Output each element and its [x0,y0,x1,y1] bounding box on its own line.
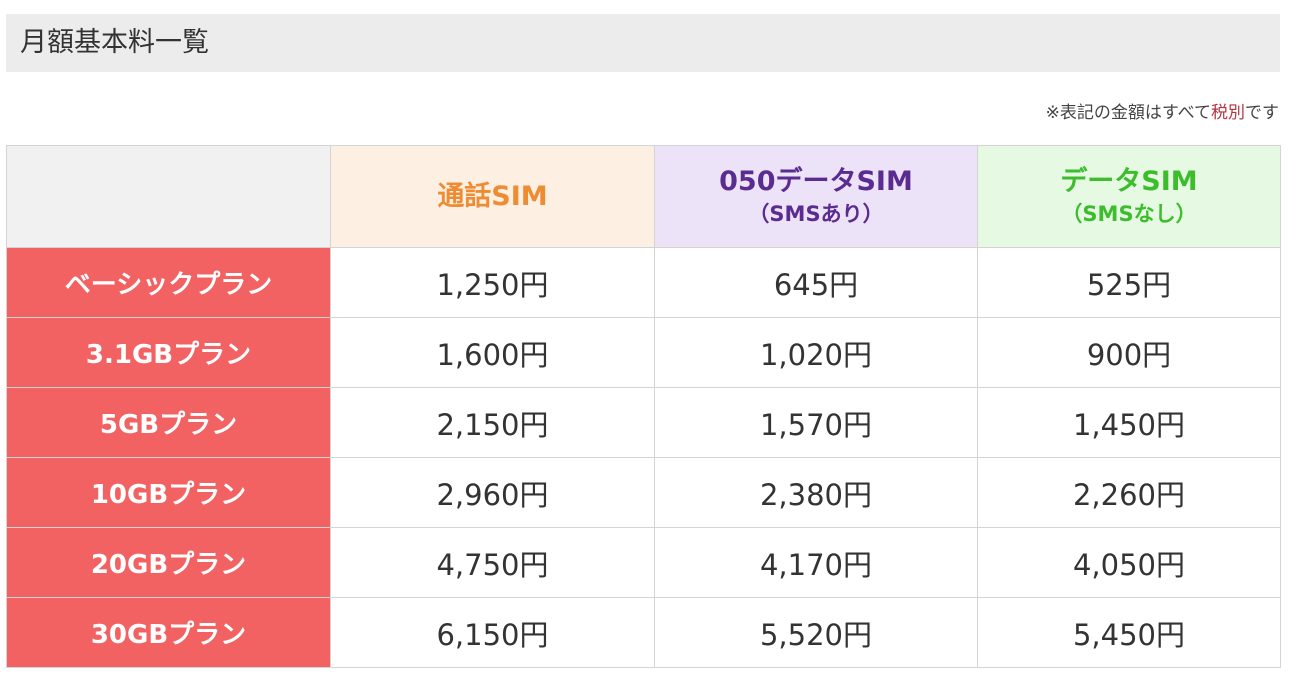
price-cell: 900円 [977,317,1281,388]
column-header-voice-sim: 通話SIM [330,145,655,248]
plan-name-cell: 5GBプラン [6,387,331,458]
price-cell: 525円 [977,247,1281,318]
table-row: 3.1GBプラン 1,600円 1,020円 900円 [6,317,1281,388]
tax-note-highlight: 税別 [1211,103,1245,123]
page: 月額基本料一覧 ※表記の金額はすべて税別です 通話SIM 050データSIM （… [0,0,1291,675]
price-cell: 4,050円 [977,527,1281,598]
table-row: 30GBプラン 6,150円 5,520円 5,450円 [6,597,1281,668]
plan-name-cell: 3.1GBプラン [6,317,331,388]
plan-name-cell: 20GBプラン [6,527,331,598]
price-cell: 1,450円 [977,387,1281,458]
price-table: 通話SIM 050データSIM （SMSあり） データSIM （SMSなし） ベ… [6,145,1281,668]
price-cell: 5,520円 [654,597,978,668]
table-header-row: 通話SIM 050データSIM （SMSあり） データSIM （SMSなし） [6,145,1281,248]
table-corner-cell [6,145,331,248]
price-cell: 4,170円 [654,527,978,598]
table-row: 20GBプラン 4,750円 4,170円 4,050円 [6,527,1281,598]
table-row: 10GBプラン 2,960円 2,380円 2,260円 [6,457,1281,528]
price-cell: 2,380円 [654,457,978,528]
plan-name-cell: 10GBプラン [6,457,331,528]
price-cell: 1,250円 [330,247,655,318]
price-cell: 4,750円 [330,527,655,598]
price-cell: 1,600円 [330,317,655,388]
column-header-sub: （SMSあり） [748,201,884,226]
price-cell: 645円 [654,247,978,318]
column-header-name: 050データSIM [719,165,913,197]
plan-name-cell: 30GBプラン [6,597,331,668]
tax-note-prefix: ※表記の金額はすべて [1045,103,1211,123]
plan-name-cell: ベーシックプラン [6,247,331,318]
table-row: 5GBプラン 2,150円 1,570円 1,450円 [6,387,1281,458]
price-cell: 2,260円 [977,457,1281,528]
price-cell: 1,020円 [654,317,978,388]
price-cell: 6,150円 [330,597,655,668]
tax-note-suffix: です [1245,103,1279,123]
price-cell: 1,570円 [654,387,978,458]
column-header-sub: （SMSなし） [1061,201,1197,226]
price-cell: 2,960円 [330,457,655,528]
column-header-name: データSIM [1060,165,1198,197]
column-header-050-data-sim: 050データSIM （SMSあり） [654,145,978,248]
column-header-data-sim: データSIM （SMSなし） [977,145,1281,248]
tax-note: ※表記の金額はすべて税別です [1046,98,1279,123]
column-header-name: 通話SIM [437,180,548,212]
table-row: ベーシックプラン 1,250円 645円 525円 [6,247,1281,318]
page-title: 月額基本料一覧 [6,14,1280,72]
price-cell: 2,150円 [330,387,655,458]
price-cell: 5,450円 [977,597,1281,668]
